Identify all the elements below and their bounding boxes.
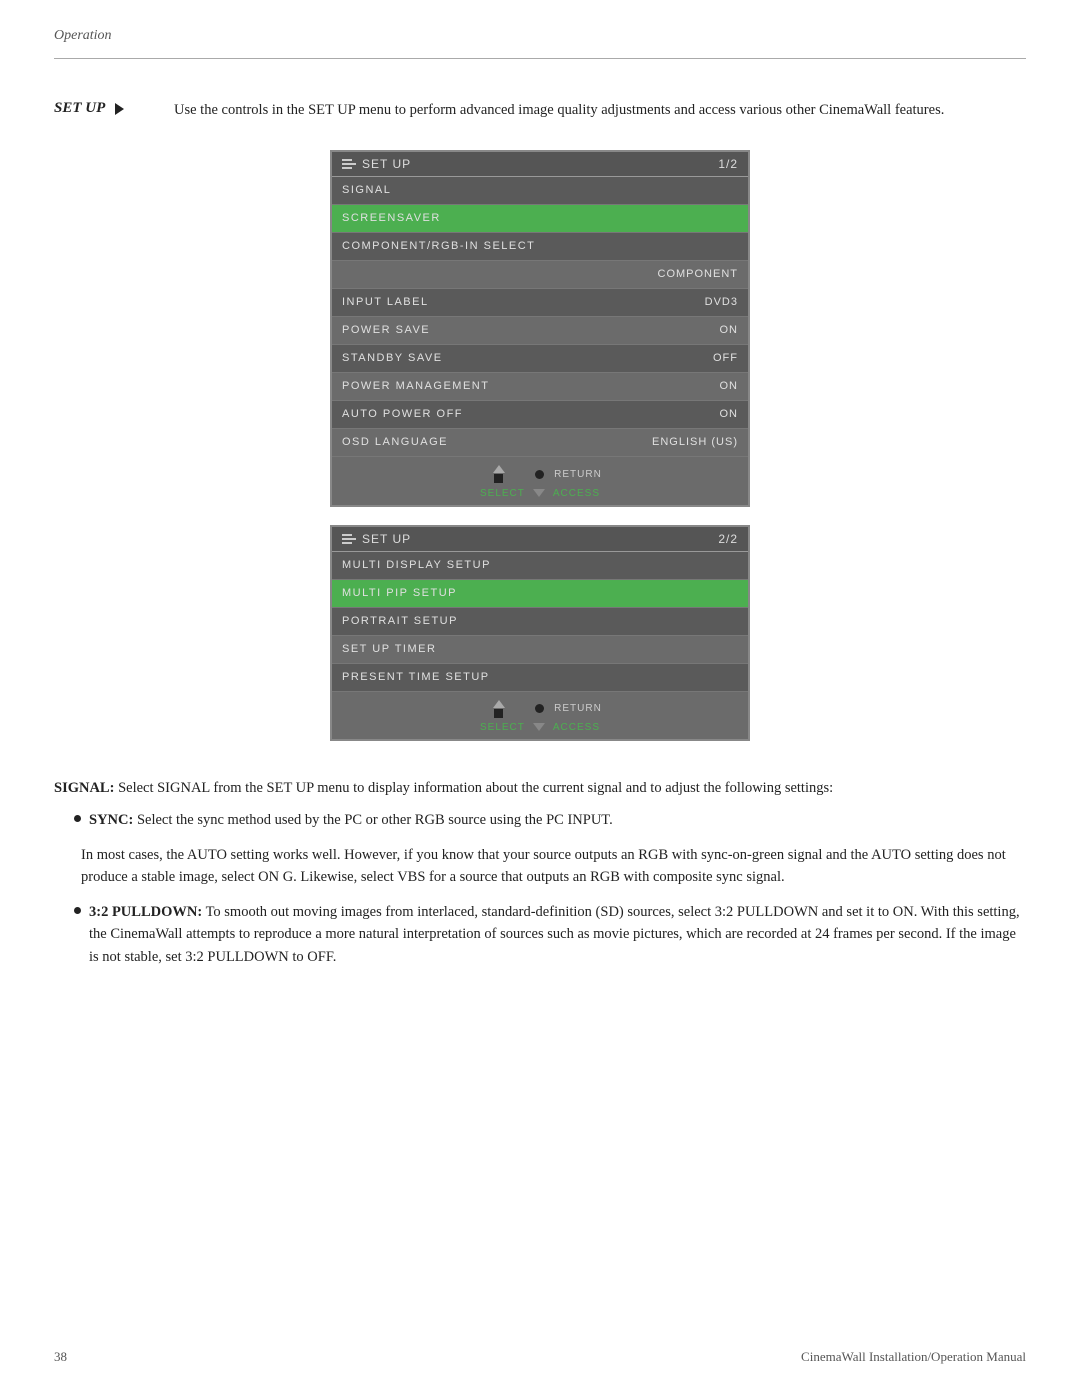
nav-up-icon-2: [493, 700, 505, 708]
nav-bottom-row-2: SELECT ACCESS: [480, 722, 600, 733]
pulldown-term: 3:2 PULLDOWN:: [89, 904, 202, 920]
setup-intro: SET UP Use the controls in the SET UP me…: [54, 100, 1026, 122]
menu-row: PRESENT TIME SETUP: [332, 664, 748, 692]
header-divider: [54, 58, 1026, 59]
menu1-nav: RETURN SELECT ACCESS: [332, 457, 748, 505]
arrow-right-icon: [115, 103, 124, 115]
sync-text: SYNC: Select the sync method used by the…: [89, 809, 613, 831]
menu-box-2: SET UP 2/2 MULTI DISPLAY SETUP MULTI PIP…: [330, 525, 750, 741]
menu-icon: [342, 159, 356, 169]
nav-dpad-2: [478, 700, 519, 718]
menu-row: OSD LANGUAGE ENGLISH (US): [332, 429, 748, 457]
manual-title: CinemaWall Installation/Operation Manual: [801, 1349, 1026, 1365]
setup-description: Use the controls in the SET UP menu to p…: [174, 100, 1026, 122]
nav-center-icon-2: [494, 709, 503, 718]
menu-row: MULTI DISPLAY SETUP: [332, 552, 748, 580]
menu-row: COMPONENT: [332, 261, 748, 289]
menu2-title-text: SET UP: [362, 532, 411, 546]
setup-title-text: SET UP: [54, 100, 105, 117]
menu-row: SCREENSAVER: [332, 205, 748, 233]
menu1-page: 1/2: [718, 157, 738, 171]
menu2-title-left: SET UP: [342, 532, 411, 546]
menu2-page: 2/2: [718, 532, 738, 546]
menu-row: POWER MANAGEMENT ON: [332, 373, 748, 401]
menu2-nav: RETURN SELECT ACCESS: [332, 692, 748, 739]
bullet-dot-icon-2: [74, 907, 81, 914]
page-footer: 38 CinemaWall Installation/Operation Man…: [54, 1349, 1026, 1365]
nav-circle-icon: [535, 470, 544, 479]
nav-circle-icon-2: [535, 704, 544, 713]
signal-bold: SIGNAL:: [54, 780, 114, 796]
signal-desc: Select SIGNAL from the SET UP menu to di…: [118, 780, 833, 796]
section-label: Operation: [54, 28, 112, 44]
main-content: SET UP Use the controls in the SET UP me…: [54, 80, 1026, 986]
menu1-title-text: SET UP: [362, 157, 411, 171]
sync-term: SYNC:: [89, 812, 133, 828]
menus-container: SET UP 1/2 SIGNAL SCREENSAVER COMPONENT/…: [54, 150, 1026, 741]
sync-desc: Select the sync method used by the PC or…: [137, 812, 613, 828]
nav-access-label: ACCESS: [553, 488, 600, 499]
menu1-title-bar: SET UP 1/2: [332, 152, 748, 177]
nav-bottom-row: SELECT ACCESS: [480, 488, 600, 499]
menu-row: COMPONENT/RGB-IN SELECT: [332, 233, 748, 261]
pulldown-desc: To smooth out moving images from interla…: [89, 904, 1020, 965]
menu-box-1: SET UP 1/2 SIGNAL SCREENSAVER COMPONENT/…: [330, 150, 750, 507]
menu-row: PORTRAIT SETUP: [332, 608, 748, 636]
nav-center-icon: [494, 474, 503, 483]
menu-icon-2: [342, 534, 356, 544]
pulldown-text: 3:2 PULLDOWN: To smooth out moving image…: [89, 901, 1026, 968]
menu-row: SIGNAL: [332, 177, 748, 205]
menu-row: MULTI PIP SETUP: [332, 580, 748, 608]
nav-down-icon: [533, 489, 545, 497]
menu2-title-bar: SET UP 2/2: [332, 527, 748, 552]
nav-select-label: SELECT: [480, 488, 525, 499]
menu-row: AUTO POWER OFF ON: [332, 401, 748, 429]
nav-select-label-2: SELECT: [480, 722, 525, 733]
menu1-title-left: SET UP: [342, 157, 411, 171]
nav-return-group: RETURN: [535, 469, 602, 480]
signal-intro-text: SIGNAL: Select SIGNAL from the SET UP me…: [54, 777, 1026, 799]
pulldown-bullet: 3:2 PULLDOWN: To smooth out moving image…: [54, 901, 1026, 968]
sync-bullet: SYNC: Select the sync method used by the…: [54, 809, 1026, 831]
nav-return-label: RETURN: [554, 469, 602, 480]
page-number: 38: [54, 1349, 67, 1365]
nav-return-label-2: RETURN: [554, 703, 602, 714]
nav-dpad: [478, 465, 519, 484]
menu-row: SET UP TIMER: [332, 636, 748, 664]
menu-row: INPUT LABEL DVD3: [332, 289, 748, 317]
nav-return-group-2: RETURN: [535, 703, 602, 714]
menu-row: POWER SAVE ON: [332, 317, 748, 345]
nav-access-label-2: ACCESS: [553, 722, 600, 733]
sync-paragraph: In most cases, the AUTO setting works we…: [54, 844, 1026, 889]
nav-down-icon-2: [533, 723, 545, 731]
bullet-dot-icon: [74, 815, 81, 822]
menu-row: STANDBY SAVE OFF: [332, 345, 748, 373]
setup-label: SET UP: [54, 100, 174, 117]
body-text: SIGNAL: Select SIGNAL from the SET UP me…: [54, 777, 1026, 968]
nav-up-icon: [493, 465, 505, 473]
